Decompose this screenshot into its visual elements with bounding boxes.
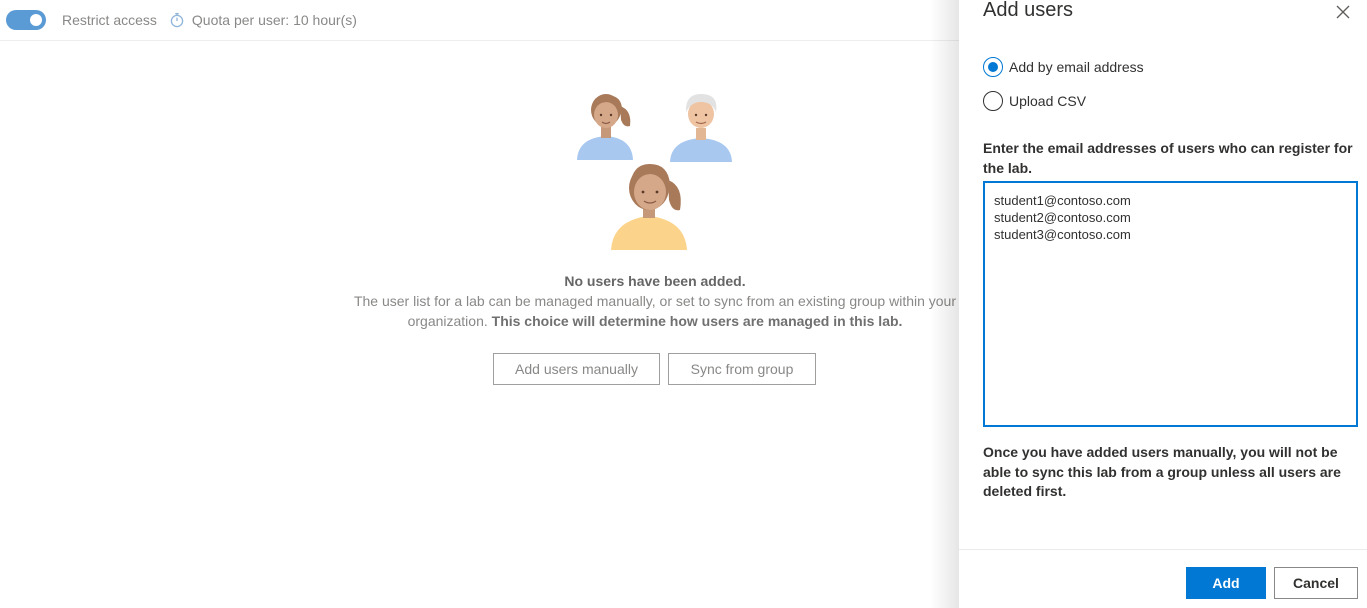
restrict-access-label: Restrict access — [62, 12, 157, 28]
close-icon — [1336, 5, 1350, 19]
email-line: student1@contoso.com — [994, 193, 1131, 208]
footer-divider — [959, 549, 1367, 550]
email-addresses-textarea[interactable]: student1@contoso.com student2@contoso.co… — [983, 181, 1358, 427]
restrict-access-toggle[interactable] — [6, 10, 46, 30]
add-button[interactable]: Add — [1186, 567, 1266, 599]
email-line: student3@contoso.com — [994, 227, 1131, 242]
empty-state-bold-text: This choice will determine how users are… — [491, 313, 903, 329]
sync-from-group-button[interactable]: Sync from group — [668, 353, 816, 385]
quota-label: Quota per user: 10 hour(s) — [191, 12, 357, 28]
add-users-panel: Add users Add by email address Upload CS… — [959, 0, 1367, 608]
radio-button-checked[interactable] — [983, 57, 1003, 77]
empty-state-title: No users have been added. — [564, 273, 746, 289]
close-button[interactable] — [1333, 2, 1353, 22]
toggle-knob — [30, 14, 42, 26]
radio-label: Upload CSV — [1009, 93, 1087, 109]
email-line: student2@contoso.com — [994, 210, 1131, 225]
panel-shadow — [930, 0, 960, 608]
radio-button-unchecked[interactable] — [983, 91, 1003, 111]
panel-title: Add users — [983, 0, 1074, 21]
sync-warning-text: Once you have added users manually, you … — [983, 444, 1341, 499]
radio-upload-csv[interactable]: Upload CSV — [983, 91, 1086, 111]
empty-state-description: The user list for a lab can be managed m… — [340, 291, 970, 331]
stopwatch-icon — [169, 12, 185, 28]
radio-label: Add by email address — [1009, 59, 1144, 75]
cancel-button[interactable]: Cancel — [1274, 567, 1358, 599]
email-field-label: Enter the email addresses of users who c… — [983, 140, 1353, 176]
radio-add-by-email[interactable]: Add by email address — [983, 57, 1144, 77]
users-illustration — [570, 88, 740, 253]
page: Restrict access Quota per user: 10 hour(… — [0, 0, 1367, 608]
add-users-manually-button[interactable]: Add users manually — [493, 353, 660, 385]
